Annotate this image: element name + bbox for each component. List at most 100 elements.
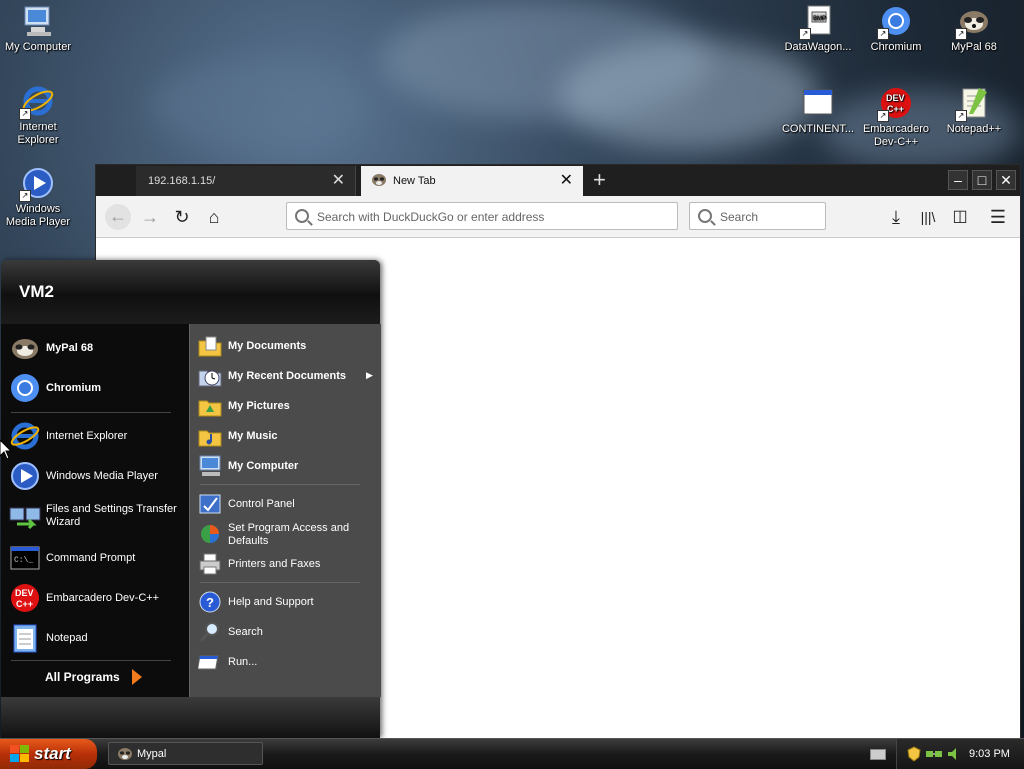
volume-icon[interactable] — [947, 747, 961, 764]
address-bar[interactable]: Search with DuckDuckGo or enter address — [286, 202, 678, 230]
taskbar-button-label: Mypal — [137, 748, 167, 760]
chromium-icon — [9, 372, 41, 404]
windows-logo-icon — [10, 745, 30, 766]
start-item-my-pictures[interactable]: My Pictures — [198, 394, 378, 418]
start-item-my-computer[interactable]: My Computer — [198, 454, 378, 478]
tab-title: New Tab — [393, 175, 436, 187]
sidebar-icon[interactable]: ◫ — [948, 205, 972, 229]
library-icon[interactable]: |||\ — [916, 205, 940, 229]
start-menu-footer — [1, 697, 380, 738]
internet-explorer-icon — [9, 420, 41, 452]
desktop-icon-label: MyPal 68 — [951, 41, 997, 53]
search-box[interactable]: Search — [689, 202, 826, 230]
start-item-label: My Recent Documents — [228, 370, 346, 382]
start-item-label: My Computer — [228, 460, 299, 472]
taskbar-button-mypal[interactable]: Mypal — [108, 742, 263, 765]
svg-text:C:\_: C:\_ — [14, 556, 33, 565]
notepadpp-icon: ↗ — [955, 86, 991, 122]
start-item-notepad[interactable]: Notepad — [9, 622, 187, 654]
start-item-command-prompt[interactable]: C:\_ Command Prompt — [9, 542, 187, 574]
desktop-icon-label: Notepad++ — [946, 123, 1002, 135]
menu-icon[interactable]: ☰ — [986, 205, 1010, 229]
tab-new-tab[interactable]: New Tab ✕ — [361, 166, 583, 196]
network-icon[interactable] — [925, 747, 943, 764]
svg-text:DEV: DEV — [886, 93, 905, 103]
desktop-icon-label: Windows Media Player — [5, 203, 71, 228]
security-shield-icon[interactable] — [907, 746, 921, 765]
start-item-label: Internet Explorer — [46, 430, 128, 442]
back-arrow-icon[interactable]: ← — [105, 204, 131, 230]
home-icon[interactable]: ⌂ — [202, 205, 226, 229]
transfer-wizard-icon — [9, 500, 41, 532]
reload-icon[interactable]: ↻ — [170, 205, 194, 229]
start-item-windows-media-player[interactable]: Windows Media Player — [9, 460, 187, 492]
svg-text:DEV: DEV — [15, 588, 34, 598]
start-item-devcpp[interactable]: DEV C++ Embarcadero Dev-C++ — [9, 582, 187, 614]
start-item-program-defaults[interactable]: Set Program Access and Defaults — [198, 522, 378, 550]
start-item-label: Files and Settings Transfer Wizard — [46, 503, 177, 528]
start-item-search[interactable]: Search — [198, 620, 378, 644]
svg-text:?: ? — [206, 595, 214, 610]
desktop-icon-internet-explorer[interactable]: ↗ Internet Explorer — [0, 84, 76, 147]
close-tab-icon[interactable]: ✕ — [332, 170, 345, 190]
mypal-icon: ↗ — [955, 4, 991, 40]
svg-text:C++: C++ — [887, 104, 904, 114]
separator — [11, 660, 171, 661]
start-menu-programs: MyPal 68 Chromium Internet Explorer Wind… — [1, 324, 189, 697]
start-item-control-panel[interactable]: Control Panel — [198, 492, 378, 516]
start-item-label: Control Panel — [228, 498, 295, 510]
control-panel-icon — [198, 492, 222, 516]
desktop-icon-label: Internet Explorer — [17, 121, 59, 146]
desktop-icon-my-computer[interactable]: My Computer — [0, 4, 76, 54]
my-music-icon — [198, 424, 222, 448]
desktop-icon-windows-media-player[interactable]: ↗ Windows Media Player — [0, 166, 76, 229]
start-item-printers[interactable]: Printers and Faxes — [198, 552, 378, 576]
system-tray: 9:03 PM — [896, 739, 1024, 769]
desktop-icon-continent[interactable]: CONTINENT... — [780, 86, 856, 136]
search-icon — [295, 209, 309, 223]
desktop-icon-datawagon[interactable]: BMP ↗ DataWagon... — [780, 4, 856, 54]
close-window-button[interactable]: ✕ — [996, 170, 1016, 190]
start-item-recent-documents[interactable]: My Recent Documents ▶ — [198, 364, 378, 388]
desktop-icon-label: My Computer — [4, 41, 72, 53]
all-programs-button[interactable]: All Programs — [45, 669, 155, 690]
start-item-label: Run... — [228, 656, 258, 668]
desktop-icon-notepadpp[interactable]: ↗ Notepad++ — [936, 86, 1012, 136]
search-icon — [198, 620, 222, 644]
start-item-label: Windows Media Player — [46, 470, 158, 482]
start-menu-header: VM2 — [1, 260, 380, 324]
start-item-label: Embarcadero Dev-C++ — [46, 592, 160, 604]
desktop-icon-devcpp[interactable]: DEV C++ ↗ Embarcadero Dev-C++ — [858, 86, 934, 149]
maximize-button[interactable]: □ — [972, 170, 992, 190]
start-item-chromium[interactable]: Chromium — [9, 372, 187, 404]
start-item-label: Notepad — [46, 632, 88, 644]
start-button[interactable]: start — [0, 739, 97, 769]
start-item-my-music[interactable]: My Music — [198, 424, 378, 448]
devcpp-icon: DEV C++ ↗ — [877, 86, 913, 122]
start-item-my-documents[interactable]: My Documents — [198, 334, 378, 358]
minimize-button[interactable]: – — [948, 170, 968, 190]
desktop-icon-mypal[interactable]: ↗ MyPal 68 — [936, 4, 1012, 54]
start-item-run[interactable]: Run... — [197, 650, 378, 674]
separator — [200, 582, 360, 583]
mypal-icon — [117, 747, 133, 764]
start-item-mypal[interactable]: MyPal 68 — [9, 332, 187, 364]
start-item-help[interactable]: ? Help and Support — [198, 590, 378, 614]
address-placeholder: Search with DuckDuckGo or enter address — [317, 210, 545, 224]
start-item-internet-explorer[interactable]: Internet Explorer — [9, 420, 187, 452]
close-tab-icon[interactable]: ✕ — [560, 170, 573, 190]
desktop-icon-chromium[interactable]: ↗ Chromium — [858, 4, 934, 54]
forward-arrow-icon[interactable]: → — [138, 205, 162, 229]
internet-explorer-icon: ↗ — [19, 84, 55, 120]
start-menu: VM2 MyPal 68 Chromium Internet Explorer … — [1, 260, 381, 738]
keyboard-icon[interactable] — [870, 749, 886, 760]
new-tab-button[interactable]: + — [593, 167, 606, 193]
mouse-cursor-icon — [0, 439, 13, 463]
start-item-transfer-wizard[interactable]: Files and Settings Transfer Wizard — [9, 500, 187, 534]
desktop-icon-label: CONTINENT... — [781, 123, 855, 135]
continent-window-icon — [801, 86, 835, 120]
download-icon[interactable]: ⤓ — [884, 205, 908, 229]
separator — [200, 484, 360, 485]
tab-ip-address[interactable]: 192.168.1.15/ ✕ — [136, 166, 356, 196]
start-menu-places: My Documents My Recent Documents ▶ My Pi… — [189, 324, 381, 697]
